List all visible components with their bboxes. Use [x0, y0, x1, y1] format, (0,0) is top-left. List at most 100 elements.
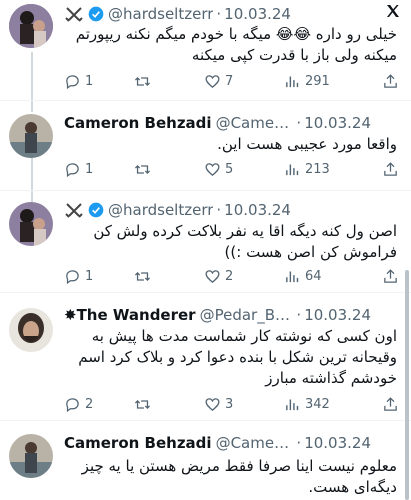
tweet-date[interactable]: 10.03.24: [224, 5, 291, 23]
share-button[interactable]: [382, 268, 399, 285]
tweet-handle[interactable]: @hardseltzerr: [108, 201, 213, 219]
views-count: 342: [305, 396, 330, 412]
avatar[interactable]: [9, 308, 53, 352]
reply-icon: [66, 162, 79, 177]
views-count: 291: [305, 73, 330, 89]
retweet-icon: [134, 271, 151, 281]
like-count: 3: [225, 396, 234, 412]
retweet-icon: [134, 76, 151, 86]
views-button[interactable]: 213: [284, 161, 330, 178]
tweet-date[interactable]: 10.03.24: [224, 201, 291, 219]
tweet-actions: 2 3 342: [64, 394, 399, 414]
like-button[interactable]: 3: [204, 396, 284, 413]
reply-count: 2: [85, 396, 94, 412]
reply-icon: [66, 269, 79, 284]
views-button[interactable]: 64: [284, 268, 322, 285]
tweet-header: Cameron Behzadi @CameronBehzadi · 10.03.…: [64, 432, 371, 454]
retweet-button[interactable]: [134, 73, 204, 90]
like-count: 2: [225, 268, 234, 284]
like-button[interactable]: 2: [204, 268, 284, 285]
reply-icon: [66, 397, 79, 412]
tweet-date[interactable]: 10.03.24: [304, 434, 371, 452]
tweet[interactable]: ✸The Wanderer @Pedar_Bozorg · 10.03.24 ا…: [0, 292, 411, 420]
reply-button[interactable]: 2: [64, 396, 134, 413]
tweet-actions: 1 2 64: [64, 266, 399, 286]
crossed-swords-icon: [64, 202, 84, 218]
share-icon: [384, 396, 397, 411]
crossed-swords-icon: [64, 6, 84, 22]
like-count: 7: [225, 73, 234, 89]
tweet-header: Cameron Behzadi @CameronBehzadi · 10.03.…: [64, 112, 371, 134]
header-separator: ·: [296, 114, 302, 132]
tweet-text: معلوم نیست اینا صرفا فقط مریض هستن یا یه…: [81, 457, 397, 496]
avatar[interactable]: [9, 114, 53, 158]
share-button[interactable]: [382, 396, 399, 413]
avatar[interactable]: [9, 434, 53, 478]
reply-button[interactable]: 1: [64, 268, 134, 285]
retweet-button[interactable]: [134, 161, 204, 178]
heart-icon: [205, 162, 220, 176]
header-separator: ·: [296, 306, 302, 324]
tweet-handle[interactable]: @hardseltzerr: [108, 5, 213, 23]
retweet-icon: [134, 164, 151, 174]
share-button[interactable]: [382, 73, 399, 90]
avatar[interactable]: [9, 202, 53, 246]
tweet[interactable]: @hardseltzerr · 10.03.24 اصن ول کنه دیگه…: [0, 190, 411, 290]
reply-icon: [66, 74, 79, 89]
reply-count: 1: [85, 161, 94, 177]
display-name-text: The Wanderer: [76, 306, 196, 324]
like-button[interactable]: 7: [204, 73, 284, 90]
tweet-header: @hardseltzerr · 10.03.24: [64, 3, 371, 25]
reply-button[interactable]: 1: [64, 73, 134, 90]
tweet-text: واقعا مورد عجیبی هست این.: [217, 135, 397, 153]
retweet-icon: [134, 399, 151, 409]
tweet-text: خیلی رو داره 😂😂 میگه با خودم میگم نکنه ر…: [75, 25, 397, 64]
tweet-actions: 1 5 213: [64, 159, 399, 179]
header-separator: ·: [216, 201, 222, 219]
heart-icon: [205, 397, 220, 411]
tweet-date[interactable]: 10.03.24: [304, 306, 371, 324]
tweet-handle[interactable]: @CameronBehzadi: [216, 114, 294, 132]
like-button[interactable]: 5: [204, 161, 284, 178]
views-button[interactable]: 342: [284, 396, 330, 413]
views-icon: [286, 76, 299, 87]
display-name[interactable]: Cameron Behzadi: [64, 114, 212, 132]
retweet-button[interactable]: [134, 268, 204, 285]
views-icon: [286, 164, 299, 175]
tweet-actions: 1 7 291: [64, 71, 399, 91]
like-count: 5: [225, 161, 234, 177]
scrollbar[interactable]: [405, 270, 409, 500]
tweet-date[interactable]: 10.03.24: [304, 114, 371, 132]
verified-badge-icon: [88, 202, 104, 218]
heart-icon: [205, 269, 220, 283]
tweet[interactable]: @hardseltzerr · 10.03.24 خیلی رو داره 😂😂…: [0, 0, 411, 100]
share-icon: [384, 268, 397, 283]
display-name[interactable]: ✸The Wanderer: [64, 306, 196, 324]
reply-count: 1: [85, 268, 94, 284]
views-button[interactable]: 291: [284, 73, 330, 90]
display-name[interactable]: Cameron Behzadi: [64, 434, 212, 452]
views-count: 64: [305, 268, 322, 284]
name-prefix: ✸: [64, 306, 77, 324]
verified-badge-icon: [88, 6, 104, 22]
avatar[interactable]: [9, 4, 53, 48]
share-button[interactable]: [382, 161, 399, 178]
tweet-handle[interactable]: @CameronBehzadi: [216, 434, 294, 452]
views-icon: [286, 399, 299, 410]
retweet-button[interactable]: [134, 396, 204, 413]
reply-count: 1: [85, 73, 94, 89]
tweet[interactable]: Cameron Behzadi @CameronBehzadi · 10.03.…: [0, 420, 411, 500]
share-icon: [384, 73, 397, 88]
tweet-text: اون کسی که نوشته کار شماست مدت ها پیش به…: [78, 327, 397, 387]
header-separator: ·: [216, 5, 222, 23]
reply-button[interactable]: 1: [64, 161, 134, 178]
views-icon: [286, 271, 299, 282]
tweet-text: اصن ول کنه دیگه اقا یه نفر بلاکت کرده ول…: [93, 222, 397, 261]
share-icon: [384, 161, 397, 176]
tweet-header: ✸The Wanderer @Pedar_Bozorg · 10.03.24: [64, 304, 371, 326]
tweet-handle[interactable]: @Pedar_Bozorg: [200, 306, 294, 324]
views-count: 213: [305, 161, 330, 177]
tweet[interactable]: Cameron Behzadi @CameronBehzadi · 10.03.…: [0, 100, 411, 190]
header-separator: ·: [296, 434, 302, 452]
tweet-header: @hardseltzerr · 10.03.24: [64, 199, 371, 221]
